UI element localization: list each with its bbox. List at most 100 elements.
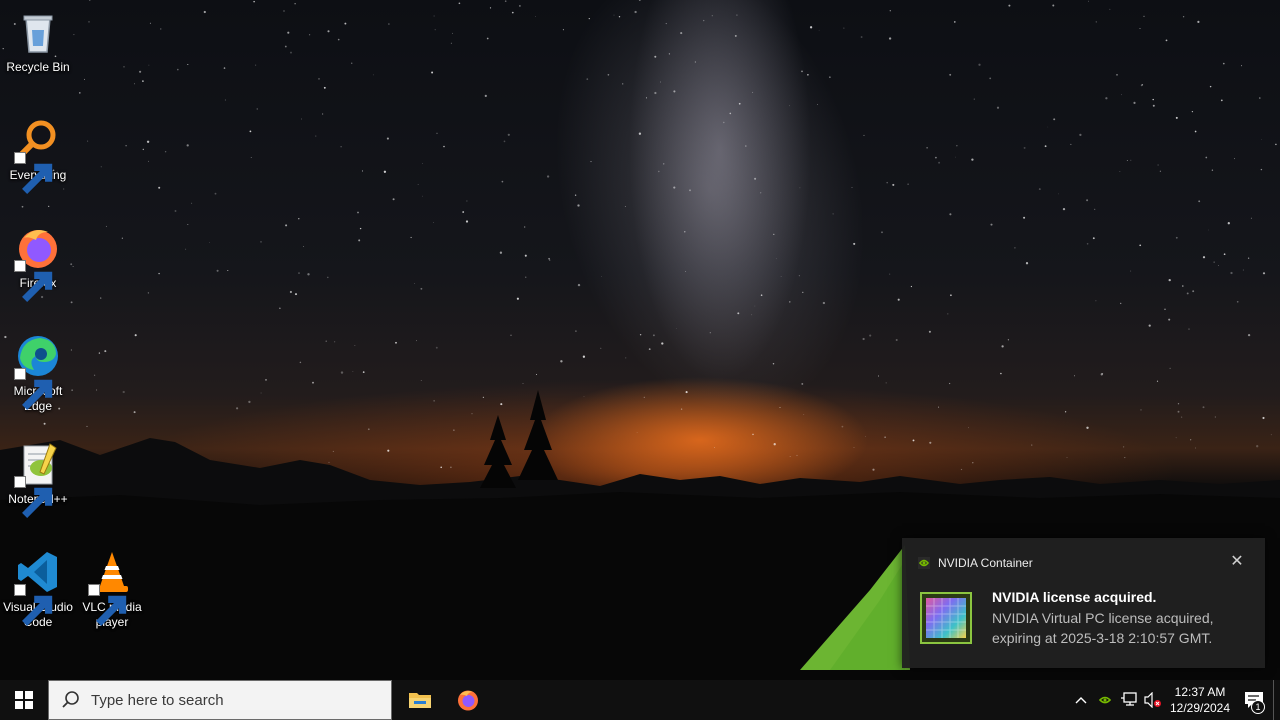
star <box>953 21 956 23</box>
star <box>738 102 741 105</box>
star <box>504 0 507 2</box>
desktop-icon-vlc-media-player[interactable]: VLC media player <box>74 548 150 630</box>
star <box>1109 8 1111 10</box>
star <box>949 73 952 76</box>
star <box>486 37 489 40</box>
desktop-icon-everything[interactable]: Everything <box>0 116 76 194</box>
star <box>433 15 435 17</box>
star <box>1087 0 1089 2</box>
star <box>279 307 281 309</box>
star <box>1062 207 1066 211</box>
gpu-chip-icon <box>920 592 972 644</box>
star <box>869 334 872 337</box>
star <box>1119 171 1121 172</box>
star <box>134 334 137 337</box>
star <box>772 363 775 365</box>
desktop-icon-notepad-plus-plus[interactable]: Notepad++ <box>0 440 76 518</box>
star <box>625 357 627 359</box>
star <box>729 112 732 115</box>
star <box>1116 74 1118 76</box>
star <box>703 19 705 22</box>
star <box>327 276 329 279</box>
star <box>158 186 161 189</box>
toast-app-name: NVIDIA Container <box>938 556 1033 570</box>
star <box>358 239 361 242</box>
star <box>344 22 347 25</box>
desktop-icon-recycle-bin[interactable]: Recycle Bin <box>0 8 76 75</box>
star <box>413 283 415 285</box>
tray-nvidia[interactable] <box>1093 680 1117 720</box>
star <box>684 231 686 233</box>
star <box>410 236 412 239</box>
star <box>886 181 888 184</box>
star <box>255 64 257 66</box>
star <box>1008 4 1011 7</box>
tray-show-hidden[interactable] <box>1069 680 1093 720</box>
star <box>1023 146 1026 149</box>
star <box>134 83 136 85</box>
start-button[interactable] <box>0 680 48 720</box>
star <box>928 330 931 333</box>
star <box>253 0 255 3</box>
desktop-icon-firefox[interactable]: Firefox <box>0 224 76 302</box>
star <box>789 301 791 303</box>
star <box>832 213 834 215</box>
star <box>1242 269 1244 271</box>
star <box>645 97 648 99</box>
desktop-icon-visual-studio-code[interactable]: Visual Studio Code <box>0 548 76 630</box>
star <box>607 73 610 76</box>
toast-close-button[interactable]: ✕ <box>1227 552 1247 572</box>
star <box>752 91 754 93</box>
star <box>386 137 389 140</box>
star <box>989 77 992 80</box>
star <box>93 374 96 376</box>
star <box>1047 126 1049 128</box>
tray-volume[interactable] <box>1141 680 1165 720</box>
taskbar-search-box[interactable] <box>48 680 392 720</box>
star <box>149 22 151 24</box>
star <box>990 223 993 226</box>
star <box>1000 372 1002 375</box>
taskbar-firefox[interactable] <box>444 680 492 720</box>
star <box>1186 292 1189 295</box>
notification-toast[interactable]: NVIDIA Container ✕ NVIDIA license acquir… <box>902 538 1265 668</box>
show-desktop-button[interactable] <box>1273 680 1280 720</box>
star <box>736 14 738 16</box>
star <box>862 337 865 341</box>
nvidia-icon <box>918 557 930 569</box>
star <box>1175 236 1178 239</box>
taskbar-clock[interactable]: 12:37 AM 12/29/2024 <box>1165 680 1235 720</box>
star <box>1175 116 1178 119</box>
system-tray: 12:37 AM 12/29/2024 1 <box>1069 680 1280 720</box>
star <box>1165 39 1168 42</box>
taskbar: 12:37 AM 12/29/2024 1 <box>0 680 1280 720</box>
star <box>1227 222 1230 225</box>
star <box>1208 229 1210 231</box>
star <box>817 104 818 105</box>
star <box>187 223 189 226</box>
star <box>1222 62 1225 65</box>
toast-body: NVIDIA Virtual PC license acquired, expi… <box>992 610 1214 646</box>
star <box>1202 256 1206 259</box>
tray-network[interactable] <box>1117 680 1141 720</box>
star <box>1139 244 1142 247</box>
search-input[interactable] <box>89 690 373 710</box>
star <box>881 231 883 234</box>
star <box>1169 367 1171 369</box>
taskbar-file-explorer[interactable] <box>396 680 444 720</box>
nvidia-icon <box>1099 696 1111 704</box>
star <box>321 113 324 115</box>
star <box>662 163 665 165</box>
action-center-button[interactable]: 1 <box>1235 680 1273 720</box>
star <box>798 275 800 277</box>
star <box>1220 99 1223 102</box>
star <box>895 338 898 342</box>
star <box>548 257 550 260</box>
desktop-icon-microsoft-edge[interactable]: Microsoft Edge <box>0 332 76 414</box>
toast-header: NVIDIA Container <box>918 556 1033 570</box>
star <box>362 371 365 373</box>
star <box>1079 133 1082 137</box>
star <box>1058 193 1059 195</box>
star <box>148 64 150 66</box>
star <box>98 352 101 354</box>
